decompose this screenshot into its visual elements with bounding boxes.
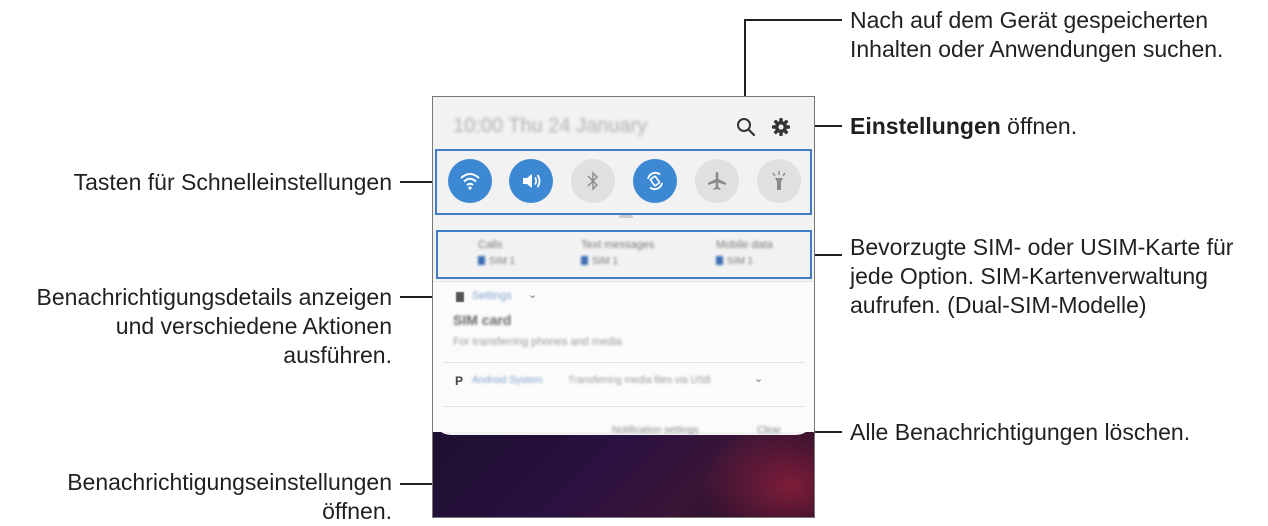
- callout-sim: Bevorzugte SIM- oder USIM-Karte für jede…: [850, 234, 1234, 318]
- sim-text-messages-title: Text messages: [581, 239, 655, 251]
- bluetooth-icon: [587, 171, 598, 191]
- callout-settings-rest: öffnen.: [1000, 113, 1078, 139]
- callout-notification-settings: Benachrichtigungseinstellungen öffnen.: [67, 469, 392, 524]
- callout-settings: Einstellungen öffnen.: [850, 112, 1077, 141]
- notification-app-name: Settings: [472, 290, 512, 302]
- notification-divider: [443, 362, 805, 363]
- flashlight-button[interactable]: [757, 159, 801, 203]
- callout-notification-details: Benachrichtigungsdetails anzeigen und ve…: [36, 284, 392, 368]
- wifi-button[interactable]: [448, 159, 492, 203]
- notification-panel: 10:00 Thu 24 January Calls SIM 1 Text me…: [433, 97, 814, 436]
- leader-search-v: [744, 19, 746, 108]
- chevron-down-icon[interactable]: ⌄: [528, 288, 537, 301]
- system-notification-item[interactable]: P Android System Transferring media file…: [433, 364, 814, 402]
- callout-quick-settings: Tasten für Schnelleinstellungen: [73, 169, 392, 195]
- airplane-icon: [708, 172, 726, 190]
- quick-settings-bar: [435, 149, 812, 215]
- phone-screen: 10:00 Thu 24 January Calls SIM 1 Text me…: [432, 96, 815, 518]
- sim-mobile-data[interactable]: Mobile data SIM 1: [716, 239, 814, 267]
- gear-icon[interactable]: [770, 116, 792, 138]
- leader-search-h: [744, 19, 842, 21]
- leader-notification-details: [400, 296, 434, 298]
- sim-calls[interactable]: Calls SIM 1: [478, 239, 588, 267]
- notification-item[interactable]: Settings ⌄ SIM card For transferring pho…: [433, 282, 814, 358]
- sim-card-icon: [456, 292, 464, 302]
- system-chevron-down-icon[interactable]: ⌄: [754, 372, 763, 385]
- panel-drag-handle[interactable]: [619, 215, 633, 218]
- android-system-icon: P: [455, 374, 464, 388]
- notification-settings-button[interactable]: Notification settings: [612, 425, 699, 436]
- search-icon[interactable]: [735, 116, 757, 138]
- callout-settings-bold: Einstellungen: [850, 113, 1001, 139]
- sim-calls-title: Calls: [478, 239, 503, 251]
- sound-icon: [523, 174, 541, 188]
- sim-text-messages-value: SIM 1: [581, 256, 691, 267]
- airplane-button[interactable]: [695, 159, 739, 203]
- clear-button[interactable]: Clear: [757, 425, 781, 436]
- callout-search: Nach auf dem Gerät gespeicherten Inhalte…: [850, 7, 1224, 62]
- sound-button[interactable]: [509, 159, 553, 203]
- notification-title: SIM card: [453, 312, 512, 328]
- footer-divider: [443, 406, 805, 407]
- sim-mobile-data-title: Mobile data: [716, 239, 773, 251]
- auto-rotate-icon: [647, 172, 663, 190]
- flashlight-icon: [772, 171, 786, 190]
- wallpaper: [433, 415, 814, 517]
- sim-calls-value: SIM 1: [478, 256, 588, 267]
- sim-preferences: Calls SIM 1 Text messages SIM 1 Mobile d…: [436, 230, 812, 279]
- sim-text-messages[interactable]: Text messages SIM 1: [581, 239, 691, 267]
- leader-quick-settings: [400, 181, 434, 183]
- bluetooth-button[interactable]: [571, 159, 615, 203]
- status-time: 10:00 Thu 24 January: [453, 115, 648, 137]
- notification-body: For transferring phones and media: [453, 336, 622, 348]
- sim-mobile-data-value: SIM 1: [716, 256, 814, 267]
- auto-rotate-button[interactable]: [633, 159, 677, 203]
- notification-card: Settings ⌄ SIM card For transferring pho…: [433, 281, 814, 436]
- system-notification-app: Android System: [472, 375, 543, 386]
- callout-clear-all: Alle Benachrichtigungen löschen.: [850, 419, 1191, 445]
- wifi-icon: [460, 173, 480, 190]
- system-notification-text: Transferring media files via USB: [568, 375, 712, 386]
